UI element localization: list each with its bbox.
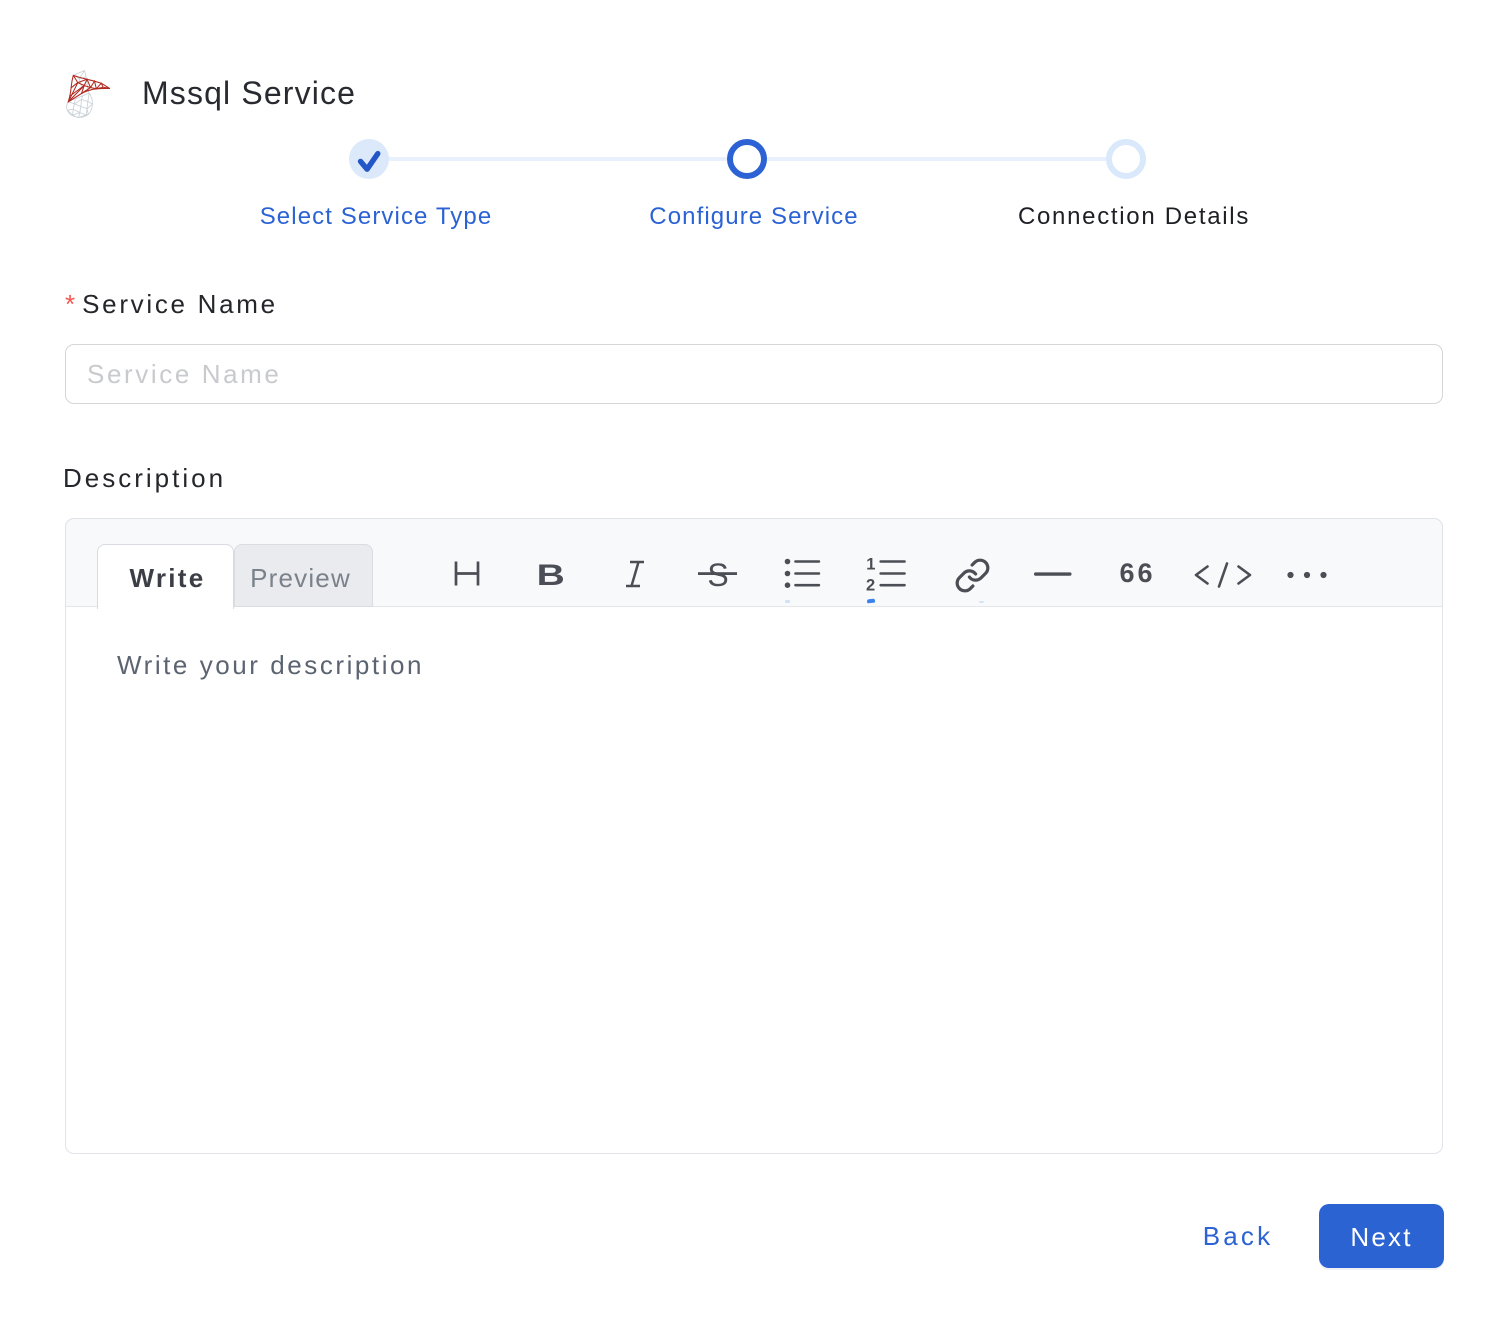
svg-text:66: 66 <box>1120 558 1156 588</box>
svg-text:2: 2 <box>866 577 875 594</box>
svg-text:B: B <box>537 559 565 592</box>
svg-text:1: 1 <box>866 557 875 574</box>
